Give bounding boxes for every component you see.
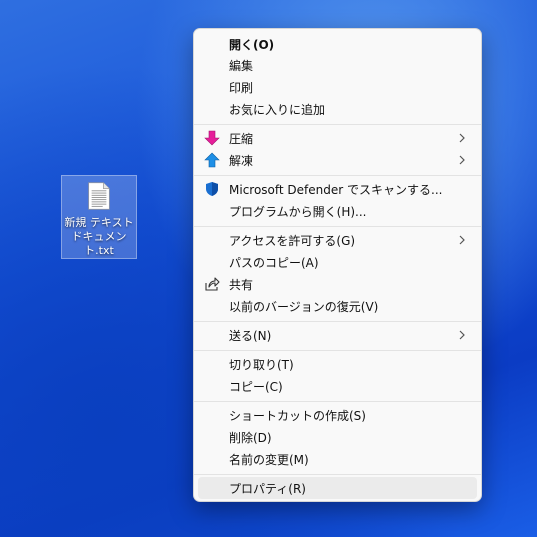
menu-item-compress[interactable]: 圧縮 [198, 127, 477, 149]
chevron-right-icon [459, 133, 465, 143]
menu-item-copy[interactable]: コピー(C) [198, 375, 477, 397]
context-menu: 開く(O) 編集 印刷 お気に入りに追加 圧縮 解凍 Microsoft Def… [193, 28, 482, 502]
menu-item-cut[interactable]: 切り取り(T) [198, 353, 477, 375]
menu-item-open[interactable]: 開く(O) [198, 33, 477, 55]
menu-item-create-shortcut[interactable]: ショートカットの作成(S) [198, 404, 477, 426]
chevron-right-icon [459, 155, 465, 165]
file-name-line1: 新規 テキスト [64, 216, 134, 229]
share-icon [205, 277, 220, 291]
menu-item-send-to[interactable]: 送る(N) [198, 324, 477, 346]
menu-separator [194, 474, 481, 475]
menu-item-rename[interactable]: 名前の変更(M) [198, 448, 477, 470]
menu-item-give-access[interactable]: アクセスを許可する(G) [198, 229, 477, 251]
menu-item-share[interactable]: 共有 [198, 273, 477, 295]
menu-separator [194, 401, 481, 402]
extract-arrow-icon [204, 152, 220, 168]
chevron-right-icon [459, 235, 465, 245]
menu-item-defender-scan[interactable]: Microsoft Defender でスキャンする... [198, 178, 477, 200]
menu-separator [194, 175, 481, 176]
chevron-right-icon [459, 330, 465, 340]
defender-shield-icon [206, 182, 218, 196]
menu-item-extract[interactable]: 解凍 [198, 149, 477, 171]
menu-item-copy-path[interactable]: パスのコピー(A) [198, 251, 477, 273]
menu-separator [194, 124, 481, 125]
menu-item-properties[interactable]: プロパティ(R) [198, 477, 477, 499]
compress-arrow-icon [204, 130, 220, 146]
menu-separator [194, 350, 481, 351]
menu-item-add-favorites[interactable]: お気に入りに追加 [198, 98, 477, 120]
menu-item-delete[interactable]: 削除(D) [198, 426, 477, 448]
text-file-icon [88, 182, 110, 210]
menu-separator [194, 226, 481, 227]
menu-item-edit[interactable]: 編集 [198, 54, 477, 76]
desktop-file-label: 新規 テキスト ドキュメント.txt [61, 216, 137, 258]
menu-item-restore-previous[interactable]: 以前のバージョンの復元(V) [198, 295, 477, 317]
desktop-file-icon[interactable]: 新規 テキスト ドキュメント.txt [61, 175, 137, 259]
file-name-line2: ドキュメント.txt [71, 230, 127, 257]
menu-item-open-with[interactable]: プログラムから開く(H)... [198, 200, 477, 222]
menu-separator [194, 321, 481, 322]
menu-item-print[interactable]: 印刷 [198, 76, 477, 98]
